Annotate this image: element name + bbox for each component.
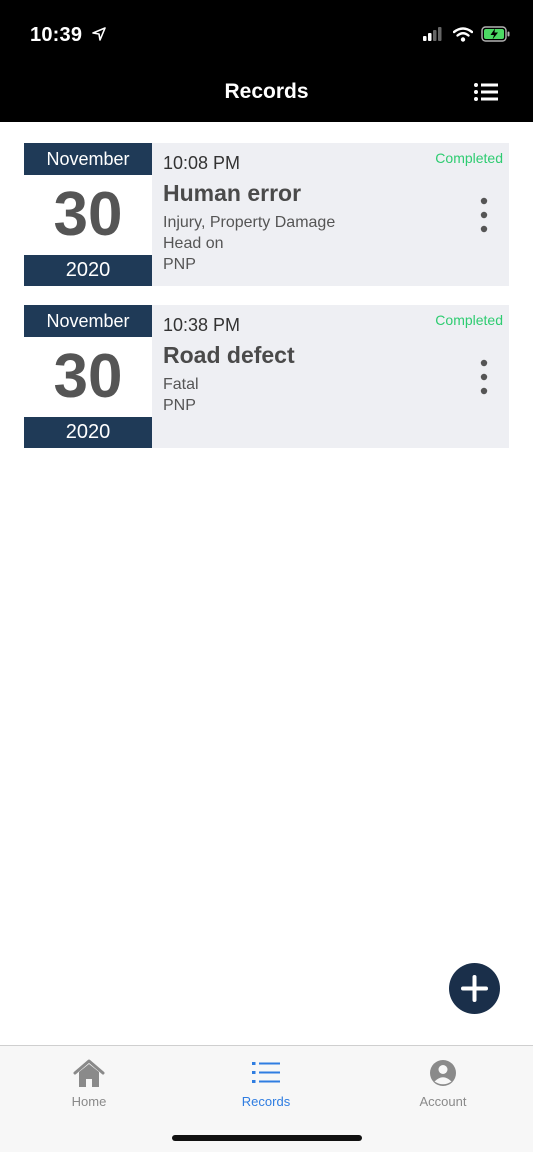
tab-records[interactable]: Records — [206, 1058, 326, 1109]
plus-icon — [461, 975, 488, 1002]
more-options-button[interactable] — [477, 357, 491, 397]
record-card[interactable]: November 30 2020 10:38 PM Completed Road… — [24, 305, 509, 448]
add-record-button[interactable] — [449, 963, 500, 1014]
account-icon — [430, 1060, 456, 1086]
record-title: Road defect — [163, 342, 295, 368]
date-year: 2020 — [24, 417, 152, 448]
tab-label: Records — [241, 1094, 291, 1109]
date-day: 30 — [24, 175, 152, 255]
record-detail-line: Injury, Property Damage — [163, 214, 336, 231]
list-icon — [252, 1062, 280, 1083]
more-vertical-icon — [480, 197, 488, 233]
more-options-button[interactable] — [477, 195, 491, 235]
more-vertical-icon — [480, 359, 488, 395]
status-badge: Completed — [435, 312, 503, 328]
record-detail-line: Head on — [163, 235, 224, 252]
date-day: 30 — [24, 337, 152, 417]
status-badge: Completed — [435, 150, 503, 166]
page-title: Records — [224, 80, 309, 103]
status-time-text: 10:39 — [30, 24, 83, 46]
records-list: November 30 2020 10:08 PM Completed Huma… — [24, 143, 509, 467]
battery-charging-icon — [481, 26, 511, 47]
tab-home[interactable]: Home — [29, 1058, 149, 1109]
record-detail-line: Fatal — [163, 376, 199, 393]
status-bar-time: 10:39 — [30, 24, 106, 47]
record-detail-line: PNP — [163, 256, 196, 273]
record-time: 10:08 PM — [163, 153, 241, 173]
date-badge: November 30 2020 — [24, 305, 152, 448]
record-detail-line: PNP — [163, 397, 196, 414]
list-icon — [474, 83, 498, 101]
record-title: Human error — [163, 180, 302, 206]
location-arrow-icon — [92, 24, 106, 47]
list-view-button[interactable] — [473, 80, 499, 104]
home-indicator — [172, 1135, 362, 1141]
record-details: Injury, Property Damage Head on PNP — [163, 212, 335, 275]
date-month: November — [24, 305, 152, 337]
record-card[interactable]: November 30 2020 10:08 PM Completed Huma… — [24, 143, 509, 286]
date-month: November — [24, 143, 152, 175]
record-time: 10:38 PM — [163, 315, 241, 335]
header: 10:39 Records — [0, 0, 533, 122]
tab-account[interactable]: Account — [383, 1058, 503, 1109]
date-year: 2020 — [24, 255, 152, 286]
date-badge: November 30 2020 — [24, 143, 152, 286]
status-indicators — [423, 26, 511, 47]
wifi-icon — [452, 26, 474, 47]
tab-label: Account — [419, 1094, 467, 1109]
home-icon — [73, 1059, 105, 1087]
record-details: Fatal PNP — [163, 374, 199, 416]
tab-label: Home — [71, 1094, 107, 1109]
signal-icon — [423, 27, 445, 46]
